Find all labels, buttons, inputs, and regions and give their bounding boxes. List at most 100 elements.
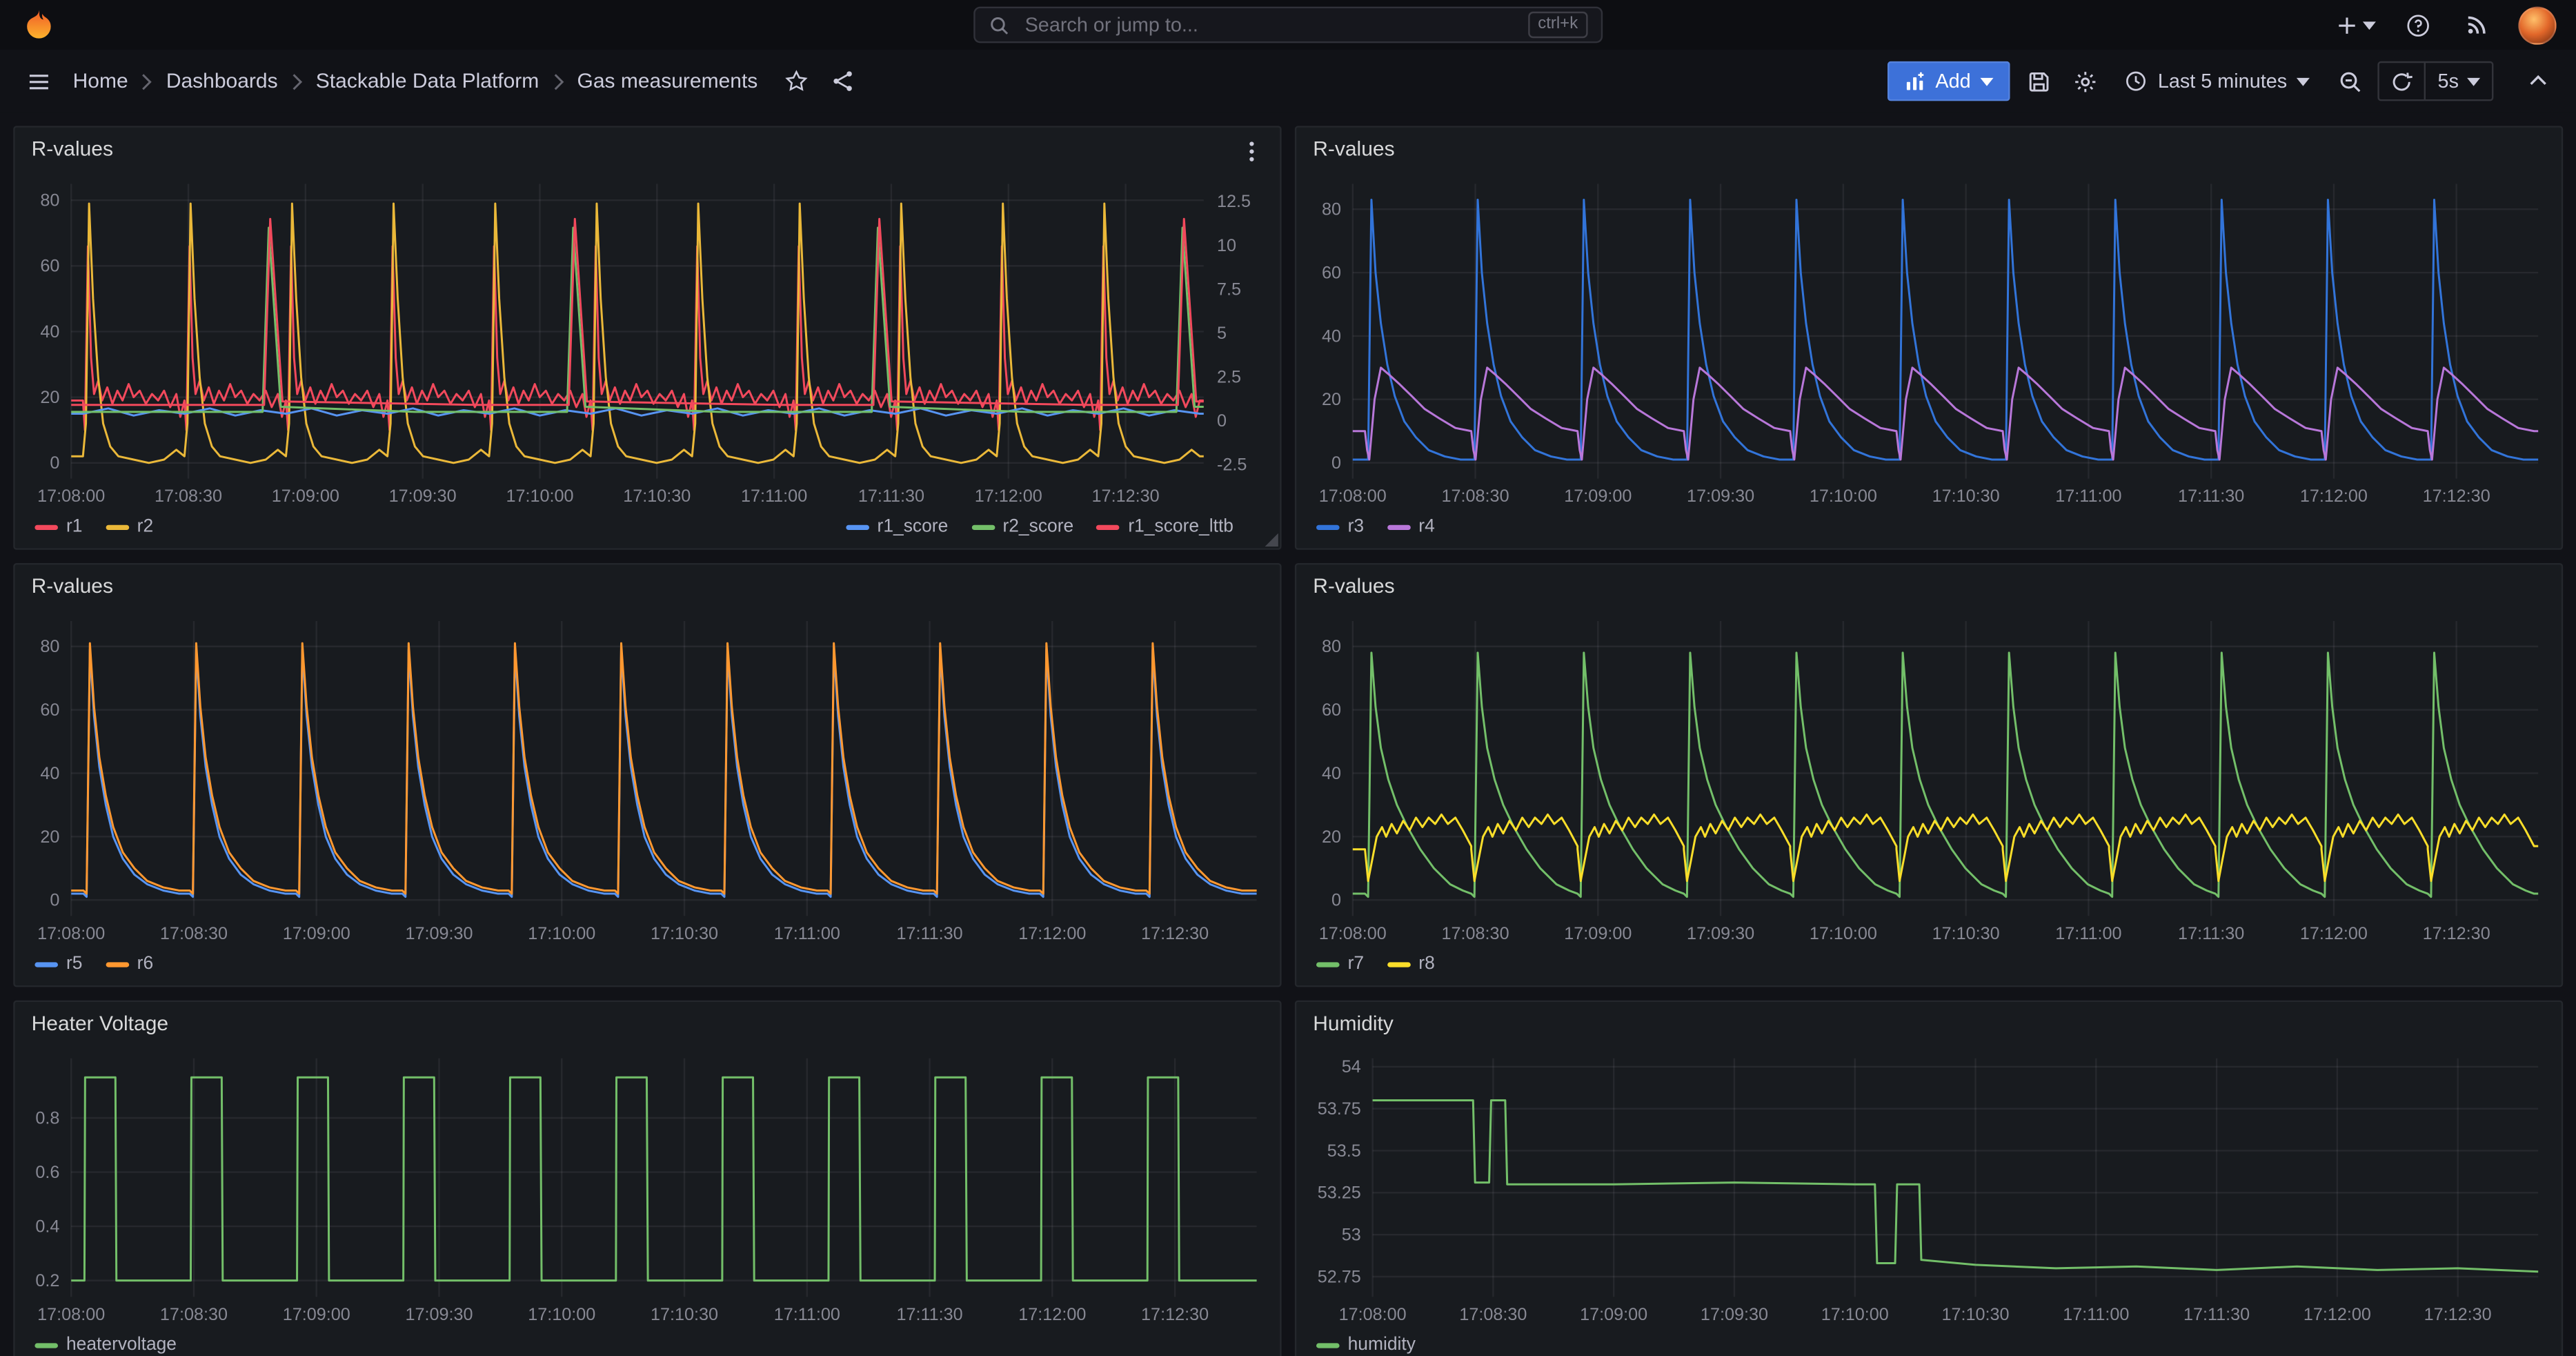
chevron-right-icon <box>553 72 564 90</box>
grafana-logo[interactable] <box>20 7 57 43</box>
y-tick-label: 20 <box>40 827 59 847</box>
chart-canvas[interactable]: 17:08:0017:08:3017:09:0017:09:3017:10:00… <box>15 608 1280 946</box>
chart-canvas[interactable]: 17:08:0017:08:3017:09:0017:09:3017:10:00… <box>1296 1045 2562 1326</box>
panel-title[interactable]: Humidity <box>1313 1012 1394 1035</box>
mega-menu-button[interactable] <box>20 63 57 99</box>
legend-item-r2_score[interactable]: r2_score <box>971 517 1073 537</box>
chart-canvas[interactable]: 17:08:0017:08:3017:09:0017:09:3017:10:00… <box>15 170 1280 509</box>
x-tick-label: 17:11:30 <box>896 1305 962 1324</box>
time-series-chart[interactable]: 17:08:0017:08:3017:09:0017:09:3017:10:00… <box>15 1045 1280 1326</box>
legend-item-r7[interactable]: r7 <box>1316 954 1364 974</box>
breadcrumb-home[interactable]: Home <box>73 70 128 93</box>
legend-item-r5[interactable]: r5 <box>34 954 82 974</box>
legend-item-r1_score_lttb[interactable]: r1_score_lttb <box>1097 517 1233 537</box>
x-tick-label: 17:08:30 <box>155 487 222 506</box>
time-series-chart[interactable]: 17:08:0017:08:3017:09:0017:09:3017:10:00… <box>15 170 1280 509</box>
time-series-chart[interactable]: 17:08:0017:08:3017:09:0017:09:3017:10:00… <box>1296 608 2562 946</box>
legend-item-r8[interactable]: r8 <box>1387 954 1435 974</box>
collapse-controls-button[interactable] <box>2520 63 2557 99</box>
panel-humidity: Humidity 17:08:0017:08:3017:09:0017:09:3… <box>1295 1001 2563 1356</box>
x-tick-label: 17:10:30 <box>651 1305 718 1324</box>
x-tick-label: 17:08:00 <box>1319 487 1387 506</box>
legend-item-r2[interactable]: r2 <box>106 517 153 537</box>
y-tick-label: 20 <box>1322 390 1341 409</box>
x-tick-label: 17:08:30 <box>160 924 228 943</box>
panel-header[interactable]: R-values <box>1296 128 2562 170</box>
refresh-interval-dropdown[interactable]: 5s <box>2424 63 2492 99</box>
legend-item-r6[interactable]: r6 <box>106 954 153 974</box>
global-search[interactable]: ctrl+k <box>973 7 1603 43</box>
y-tick-label: 0 <box>50 891 59 910</box>
legend-item-r1[interactable]: r1 <box>34 517 82 537</box>
x-tick-label: 17:12:00 <box>2300 924 2368 943</box>
panel-title[interactable]: R-values <box>32 137 113 161</box>
breadcrumb-dashboard-title[interactable]: Gas measurements <box>577 70 758 93</box>
legend-swatch <box>106 524 129 529</box>
dashboard-settings-button[interactable] <box>2067 63 2103 99</box>
add-panel-button[interactable]: Add <box>1888 61 2010 101</box>
y-tick-label: 80 <box>1322 637 1341 656</box>
panel-r-values-3: R-values 17:08:0017:08:3017:09:0017:09:3… <box>13 563 1281 987</box>
help-button[interactable] <box>2399 7 2436 43</box>
panel-header[interactable]: R-values <box>15 564 1280 607</box>
breadcrumb: Home Dashboards Stackable Data Platform … <box>73 70 758 93</box>
panel-title[interactable]: Heater Voltage <box>32 1012 168 1035</box>
breadcrumb-folder[interactable]: Stackable Data Platform <box>316 70 539 93</box>
dashboard-quick-actions <box>777 63 860 99</box>
x-tick-label: 17:12:00 <box>1018 1305 1086 1324</box>
legend-item-humidity[interactable]: humidity <box>1316 1335 1416 1355</box>
panel-title[interactable]: R-values <box>1313 575 1394 598</box>
legend-label: r1_score <box>878 517 949 537</box>
y-right-tick-label: 10 <box>1217 236 1236 255</box>
series-r2 <box>71 204 1204 463</box>
zoom-out-button[interactable] <box>2332 63 2368 99</box>
share-button[interactable] <box>824 63 860 99</box>
user-avatar[interactable] <box>2518 6 2556 43</box>
chart-canvas[interactable]: 17:08:0017:08:3017:09:0017:09:3017:10:00… <box>15 1045 1280 1326</box>
panel-legend: r1 r2 r1_score r2_score r1_score_lttb <box>15 509 1280 549</box>
time-series-chart[interactable]: 17:08:0017:08:3017:09:0017:09:3017:10:00… <box>1296 170 2562 509</box>
panel-header[interactable]: Humidity <box>1296 1002 2562 1045</box>
favorite-button[interactable] <box>777 63 814 99</box>
x-tick-label: 17:10:00 <box>1810 487 1877 506</box>
chart-canvas[interactable]: 17:08:0017:08:3017:09:0017:09:3017:10:00… <box>1296 170 2562 509</box>
save-dashboard-button[interactable] <box>2021 63 2057 99</box>
series-r3 <box>1353 199 2538 460</box>
refresh-button[interactable] <box>2380 63 2425 99</box>
panel-title[interactable]: R-values <box>1313 137 1394 161</box>
panel-title[interactable]: R-values <box>32 575 113 598</box>
panel-header[interactable]: R-values <box>1296 564 2562 607</box>
breadcrumb-dashboards[interactable]: Dashboards <box>166 70 278 93</box>
x-tick-label: 17:11:00 <box>2063 1305 2129 1324</box>
y-right-tick-label: 2.5 <box>1217 368 1241 387</box>
time-series-chart[interactable]: 17:08:0017:08:3017:09:0017:09:3017:10:00… <box>1296 1045 2562 1326</box>
legend-swatch <box>846 524 869 529</box>
x-tick-label: 17:11:30 <box>2183 1305 2250 1324</box>
panel-header[interactable]: R-values <box>15 128 1280 170</box>
x-tick-label: 17:12:00 <box>975 487 1042 506</box>
time-range-picker[interactable]: Last 5 minutes <box>2113 61 2322 101</box>
x-tick-label: 17:10:00 <box>528 1305 595 1324</box>
menu-icon <box>26 69 50 94</box>
x-tick-label: 17:12:00 <box>2303 1305 2371 1324</box>
news-button[interactable] <box>2459 7 2495 43</box>
legend-item-heatervoltage[interactable]: heatervoltage <box>34 1335 177 1355</box>
x-tick-label: 17:10:30 <box>623 487 691 506</box>
x-tick-label: 17:11:30 <box>2178 487 2244 506</box>
x-tick-label: 17:08:30 <box>1459 1305 1527 1324</box>
legend-item-r4[interactable]: r4 <box>1387 517 1435 537</box>
legend-item-r1_score[interactable]: r1_score <box>846 517 948 537</box>
time-series-chart[interactable]: 17:08:0017:08:3017:09:0017:09:3017:10:00… <box>15 608 1280 946</box>
new-menu-button[interactable] <box>2336 7 2376 43</box>
panel-header[interactable]: Heater Voltage <box>15 1002 1280 1045</box>
chart-canvas[interactable]: 17:08:0017:08:3017:09:0017:09:3017:10:00… <box>1296 608 2562 946</box>
panel-menu-button[interactable] <box>1237 136 1267 166</box>
x-tick-label: 17:12:30 <box>1141 1305 1209 1324</box>
x-tick-label: 17:10:00 <box>1810 924 1877 943</box>
legend-label: r5 <box>66 954 82 974</box>
panel-resize-handle[interactable] <box>1265 533 1278 547</box>
y-right-tick-label: 0 <box>1217 411 1227 431</box>
x-tick-label: 17:11:00 <box>2055 487 2121 506</box>
legend-item-r3[interactable]: r3 <box>1316 517 1364 537</box>
search-input[interactable] <box>1022 12 1516 38</box>
